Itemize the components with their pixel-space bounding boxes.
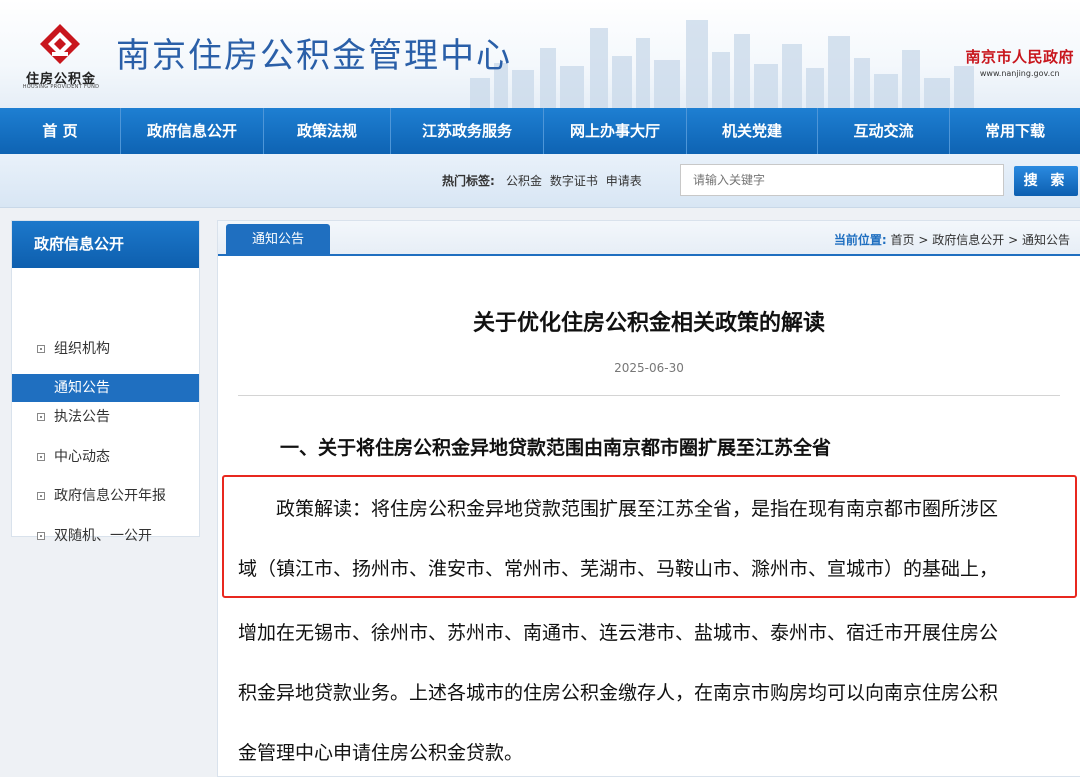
gov-name: 南京市人民政府 [965,48,1074,66]
bullet-square-icon [37,413,45,421]
sidebar-item-label: 政府信息公开年报 [54,488,166,504]
gov-url: www.nanjing.gov.cn [979,69,1060,78]
article-title: 关于优化住房公积金相关政策的解读 [472,311,825,336]
sidebar-item-notices[interactable]: 通知公告 [12,374,199,402]
article-line: 域（镇江市、扬州市、淮安市、常州市、芜湖市、马鞍山市、滁州市、宣城市）的基础上， [238,558,999,580]
sidebar-item-label: 通知公告 [54,380,110,396]
nav-item-gov-info[interactable]: 政府信息公开 [121,108,264,154]
bullet-square-icon [37,345,45,353]
logo-subtext: HOUSING PROVIDENT FUND [22,84,100,90]
breadcrumb-separator: > [918,233,929,247]
sidebar-item-annual-report[interactable]: 政府信息公开年报 [12,482,199,510]
article-date: 2025-06-30 [614,361,684,375]
article-line: 政策解读：将住房公积金异地贷款范围扩展至江苏全省，是指在现有南京都市圈所涉区 [238,498,999,520]
nav-item-policy[interactable]: 政策法规 [264,108,391,154]
content-tabbar: 通知公告 当前位置: 首页 > 政府信息公开 > 通知公告 [218,221,1080,256]
gov-link[interactable]: 南京市人民政府 www.nanjing.gov.cn [965,46,1074,78]
nav-item-downloads[interactable]: 常用下载 [950,108,1080,154]
bullet-square-icon [37,532,45,540]
bullet-square-icon [37,492,45,500]
provident-fund-logo-icon [40,24,80,64]
divider [238,395,1060,396]
bullet-square-icon [37,453,45,461]
sidebar-item-enforcement[interactable]: 执法公告 [12,403,199,431]
main-content: 通知公告 当前位置: 首页 > 政府信息公开 > 通知公告 关于优化住房公积金相… [217,220,1080,777]
breadcrumb-label: 当前位置: [833,233,887,247]
nav-item-home[interactable]: 首 页 [0,108,121,154]
search-button[interactable]: 搜 索 [1014,166,1078,196]
sidebar: 政府信息公开 组织机构 通知公告 执法公告 中心动态 政府信息公开年报 双随机、… [11,220,200,544]
article-line: 金管理中心申请住房公积金贷款。 [238,742,524,764]
hot-tag[interactable]: 数字证书 [550,174,598,188]
section-heading: 一、关于将住房公积金异地贷款范围由南京都市圈扩展至江苏全省 [280,437,832,459]
sidebar-item-label: 双随机、一公开 [54,528,152,544]
sidebar-item-label: 中心动态 [54,449,110,465]
hot-tag[interactable]: 公积金 [506,174,542,188]
nav-item-interaction[interactable]: 互动交流 [818,108,950,154]
nav-item-jiangsu-service[interactable]: 江苏政务服务 [391,108,544,154]
tab-notices[interactable]: 通知公告 [226,224,330,256]
sidebar-title: 政府信息公开 [12,221,199,268]
sidebar-item-random-inspection[interactable]: 双随机、一公开 [12,522,199,550]
breadcrumb: 当前位置: 首页 > 政府信息公开 > 通知公告 [834,231,1070,248]
article-line: 积金异地贷款业务。上述各城市的住房公积金缴存人，在南京市购房均可以向南京住房公积 [238,682,999,704]
sidebar-item-label: 执法公告 [54,409,110,425]
logo[interactable]: 住房公积金 HOUSING PROVIDENT FUND [18,22,104,92]
article-line: 增加在无锡市、徐州市、苏州市、南通市、连云港市、盐城市、泰州市、宿迁市开展住房公 [238,622,999,644]
breadcrumb-notices[interactable]: 通知公告 [1022,233,1070,247]
nav-item-party-building[interactable]: 机关党建 [687,108,818,154]
site-header: 住房公积金 HOUSING PROVIDENT FUND 南京住房公积金管理中心… [0,0,1080,108]
search-input[interactable] [680,164,1004,196]
breadcrumb-gov-info[interactable]: 政府信息公开 [932,233,1004,247]
breadcrumb-home[interactable]: 首页 [891,233,915,247]
main-nav: 首 页 政府信息公开 政策法规 江苏政务服务 网上办事大厅 机关党建 互动交流 … [0,108,1080,154]
breadcrumb-separator: > [1008,233,1019,247]
hot-tags: 公积金 数字证书 申请表 [506,172,646,189]
hot-tag[interactable]: 申请表 [606,174,642,188]
sidebar-item-organization[interactable]: 组织机构 [12,335,199,363]
nav-item-online-hall[interactable]: 网上办事大厅 [544,108,687,154]
site-title: 南京住房公积金管理中心 [116,36,512,76]
sidebar-item-label: 组织机构 [54,341,110,357]
hot-tags-label: 热门标签: [442,174,495,188]
sidebar-item-center-news[interactable]: 中心动态 [12,443,199,471]
city-skyline-image [470,20,974,108]
